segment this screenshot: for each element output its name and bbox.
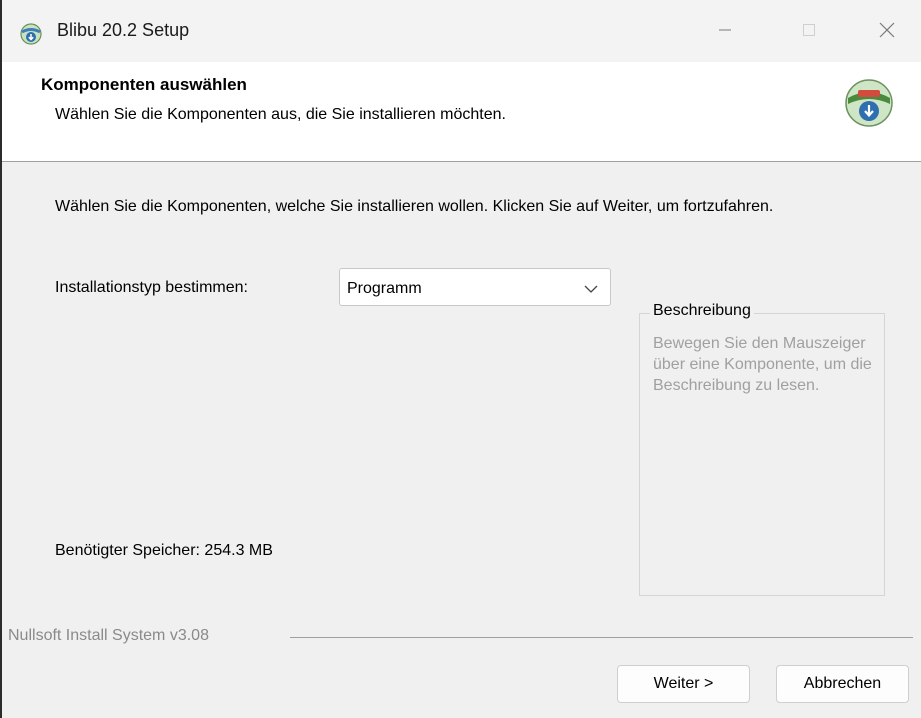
description-title: Beschreibung [650, 302, 754, 320]
cancel-button[interactable]: Abbrechen [776, 665, 909, 703]
install-type-select[interactable]: Programm [339, 268, 611, 306]
title-bar: Blibu 20.2 Setup [2, 0, 921, 62]
minimize-icon [718, 23, 732, 42]
install-type-label: Installationstyp bestimmen: [55, 279, 248, 296]
window-title: Blibu 20.2 Setup [57, 20, 190, 40]
footer-divider [290, 637, 913, 638]
page-subtitle: Wählen Sie die Komponenten aus, die Sie … [55, 106, 506, 123]
nsis-logo-icon [844, 78, 894, 128]
chevron-down-icon [584, 281, 598, 293]
close-icon [879, 22, 895, 43]
install-type-value: Programm [347, 280, 422, 297]
next-button[interactable]: Weiter > [617, 665, 750, 703]
maximize-button[interactable] [786, 14, 832, 50]
setup-window: Blibu 20.2 Setup Komponenten auswählen W… [0, 0, 921, 718]
minimize-button[interactable] [702, 14, 748, 50]
intro-text: Wählen Sie die Komponenten, welche Sie i… [55, 198, 774, 215]
maximize-icon [802, 23, 816, 42]
description-text: Bewegen Sie den Mauszeiger über eine Kom… [653, 335, 872, 394]
installer-globe-icon [20, 23, 42, 45]
page-header: Komponenten auswählen Wählen Sie die Kom… [2, 62, 921, 162]
installer-brand: Nullsoft Install System v3.08 [8, 627, 209, 644]
space-required: Benötigter Speicher: 254.3 MB [55, 542, 273, 559]
page-title: Komponenten auswählen [41, 75, 247, 94]
close-button[interactable] [864, 14, 910, 50]
